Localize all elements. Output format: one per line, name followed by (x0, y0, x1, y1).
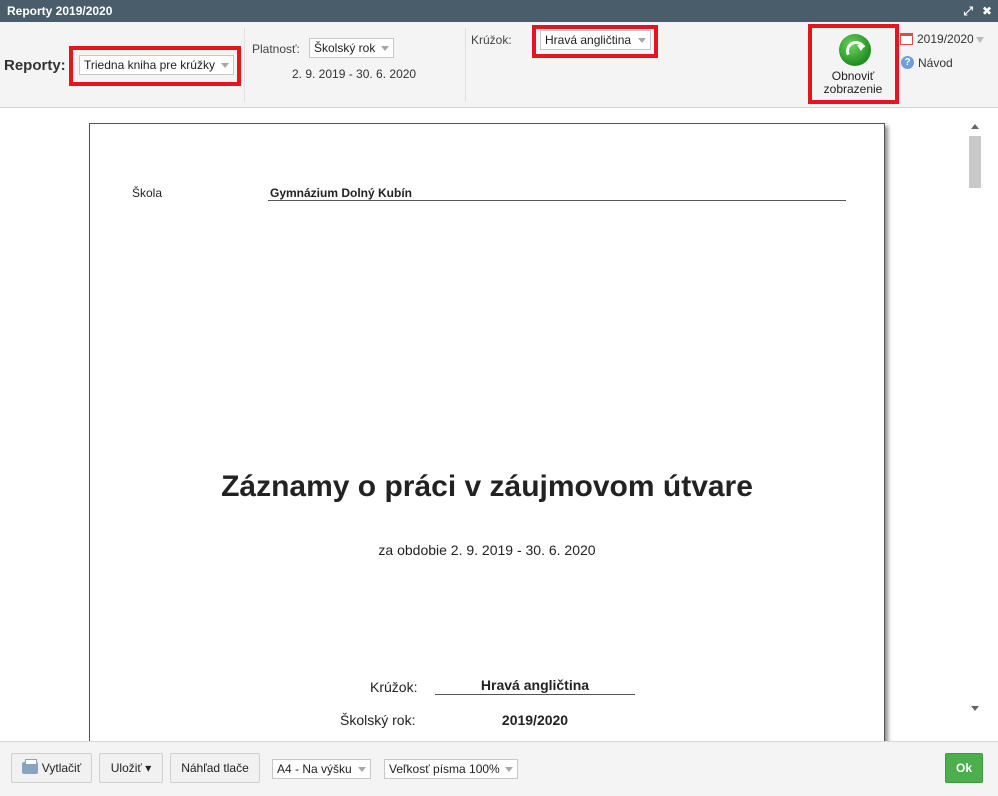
chevron-down-icon (221, 63, 229, 68)
report-select[interactable]: Triedna kniha pre krúžky (79, 55, 234, 75)
font-size-select[interactable]: Veľkosť písma 100% (384, 759, 518, 779)
help-icon[interactable]: ? (901, 56, 914, 69)
page-kruzok-value: Hravá angličtina (480, 677, 590, 693)
chevron-down-icon (381, 46, 389, 51)
scroll-up-icon[interactable] (971, 124, 979, 129)
year-select[interactable]: 2019/2020 (917, 32, 974, 46)
title-bar: Reporty 2019/2020 ⤢ ✖ (0, 0, 998, 22)
print-label: Vytlačiť (41, 761, 82, 775)
report-preview: Škola Gymnázium Dolný Kubín Záznamy o pr… (0, 108, 998, 741)
report-select-value: Triedna kniha pre krúžky (84, 58, 215, 72)
platnost-select[interactable]: Školský rok (309, 38, 394, 58)
kruzok-label: Krúžok: (471, 33, 512, 47)
print-preview-label: Náhľad tlače (181, 761, 249, 775)
save-label: Uložiť ▾ (110, 761, 152, 775)
platnost-label: Platnosť: (252, 42, 300, 56)
reporty-label: Reporty: (4, 57, 66, 74)
toolbar-divider (244, 28, 245, 102)
refresh-icon (839, 34, 871, 66)
print-preview-button[interactable]: Náhľad tlače (170, 753, 260, 783)
report-page: Škola Gymnázium Dolný Kubín Záznamy o pr… (89, 123, 885, 741)
ok-button[interactable]: Ok (945, 753, 983, 783)
calendar-icon (900, 33, 913, 45)
scrollbar-thumb[interactable] (969, 136, 981, 188)
maximize-icon[interactable]: ⤢ (963, 5, 973, 17)
scroll-down-icon[interactable] (971, 706, 979, 711)
font-size-value: Veľkosť písma 100% (389, 762, 500, 776)
chevron-down-icon (505, 767, 513, 772)
refresh-button[interactable]: Obnoviť zobrazenie (812, 28, 894, 100)
report-subtitle: za obdobie 2. 9. 2019 - 30. 6. 2020 (378, 542, 596, 558)
chevron-down-icon (358, 767, 366, 772)
report-title: Záznamy o práci v záujmovom útvare (221, 470, 753, 503)
title-bar-controls: ⤢ ✖ (963, 0, 992, 22)
school-value: Gymnázium Dolný Kubín (270, 186, 413, 200)
help-link[interactable]: Návod (918, 56, 953, 70)
page-school-year-label: Školský rok: (340, 712, 416, 728)
chevron-down-icon (638, 38, 646, 43)
refresh-label-line2: zobrazenie (823, 82, 883, 96)
vertical-scrollbar[interactable] (966, 118, 984, 718)
refresh-label: Obnoviť zobrazenie (812, 70, 894, 96)
toolbar-divider (465, 28, 466, 102)
kruzok-select[interactable]: Hravá angličtina (540, 30, 651, 50)
page-kruzok-label: Krúžok: (370, 679, 418, 695)
save-button[interactable]: Uložiť ▾ (99, 753, 163, 783)
printer-icon (21, 759, 38, 774)
footer-bar: Vytlačiť Uložiť ▾ Náhľad tlače A4 - Na v… (0, 741, 998, 796)
reports-window: Reporty 2019/2020 ⤢ ✖ Reporty: Triedna k… (0, 0, 998, 796)
toolbar: Reporty: Triedna kniha pre krúžky Platno… (0, 22, 998, 108)
window-title: Reporty 2019/2020 (7, 4, 113, 18)
print-button[interactable]: Vytlačiť (11, 753, 92, 783)
paper-orientation-select[interactable]: A4 - Na výšku (272, 759, 371, 779)
paper-orientation-value: A4 - Na výšku (277, 762, 352, 776)
school-underline (268, 200, 846, 201)
close-icon[interactable]: ✖ (982, 5, 992, 17)
kruzok-underline (435, 694, 635, 695)
school-label: Škola (132, 186, 163, 200)
chevron-down-icon[interactable] (976, 37, 984, 43)
platnost-select-value: Školský rok (314, 41, 376, 55)
kruzok-select-value: Hravá angličtina (545, 33, 632, 47)
page-school-year-value: 2019/2020 (501, 712, 569, 728)
date-range: 2. 9. 2019 - 30. 6. 2020 (292, 67, 417, 81)
